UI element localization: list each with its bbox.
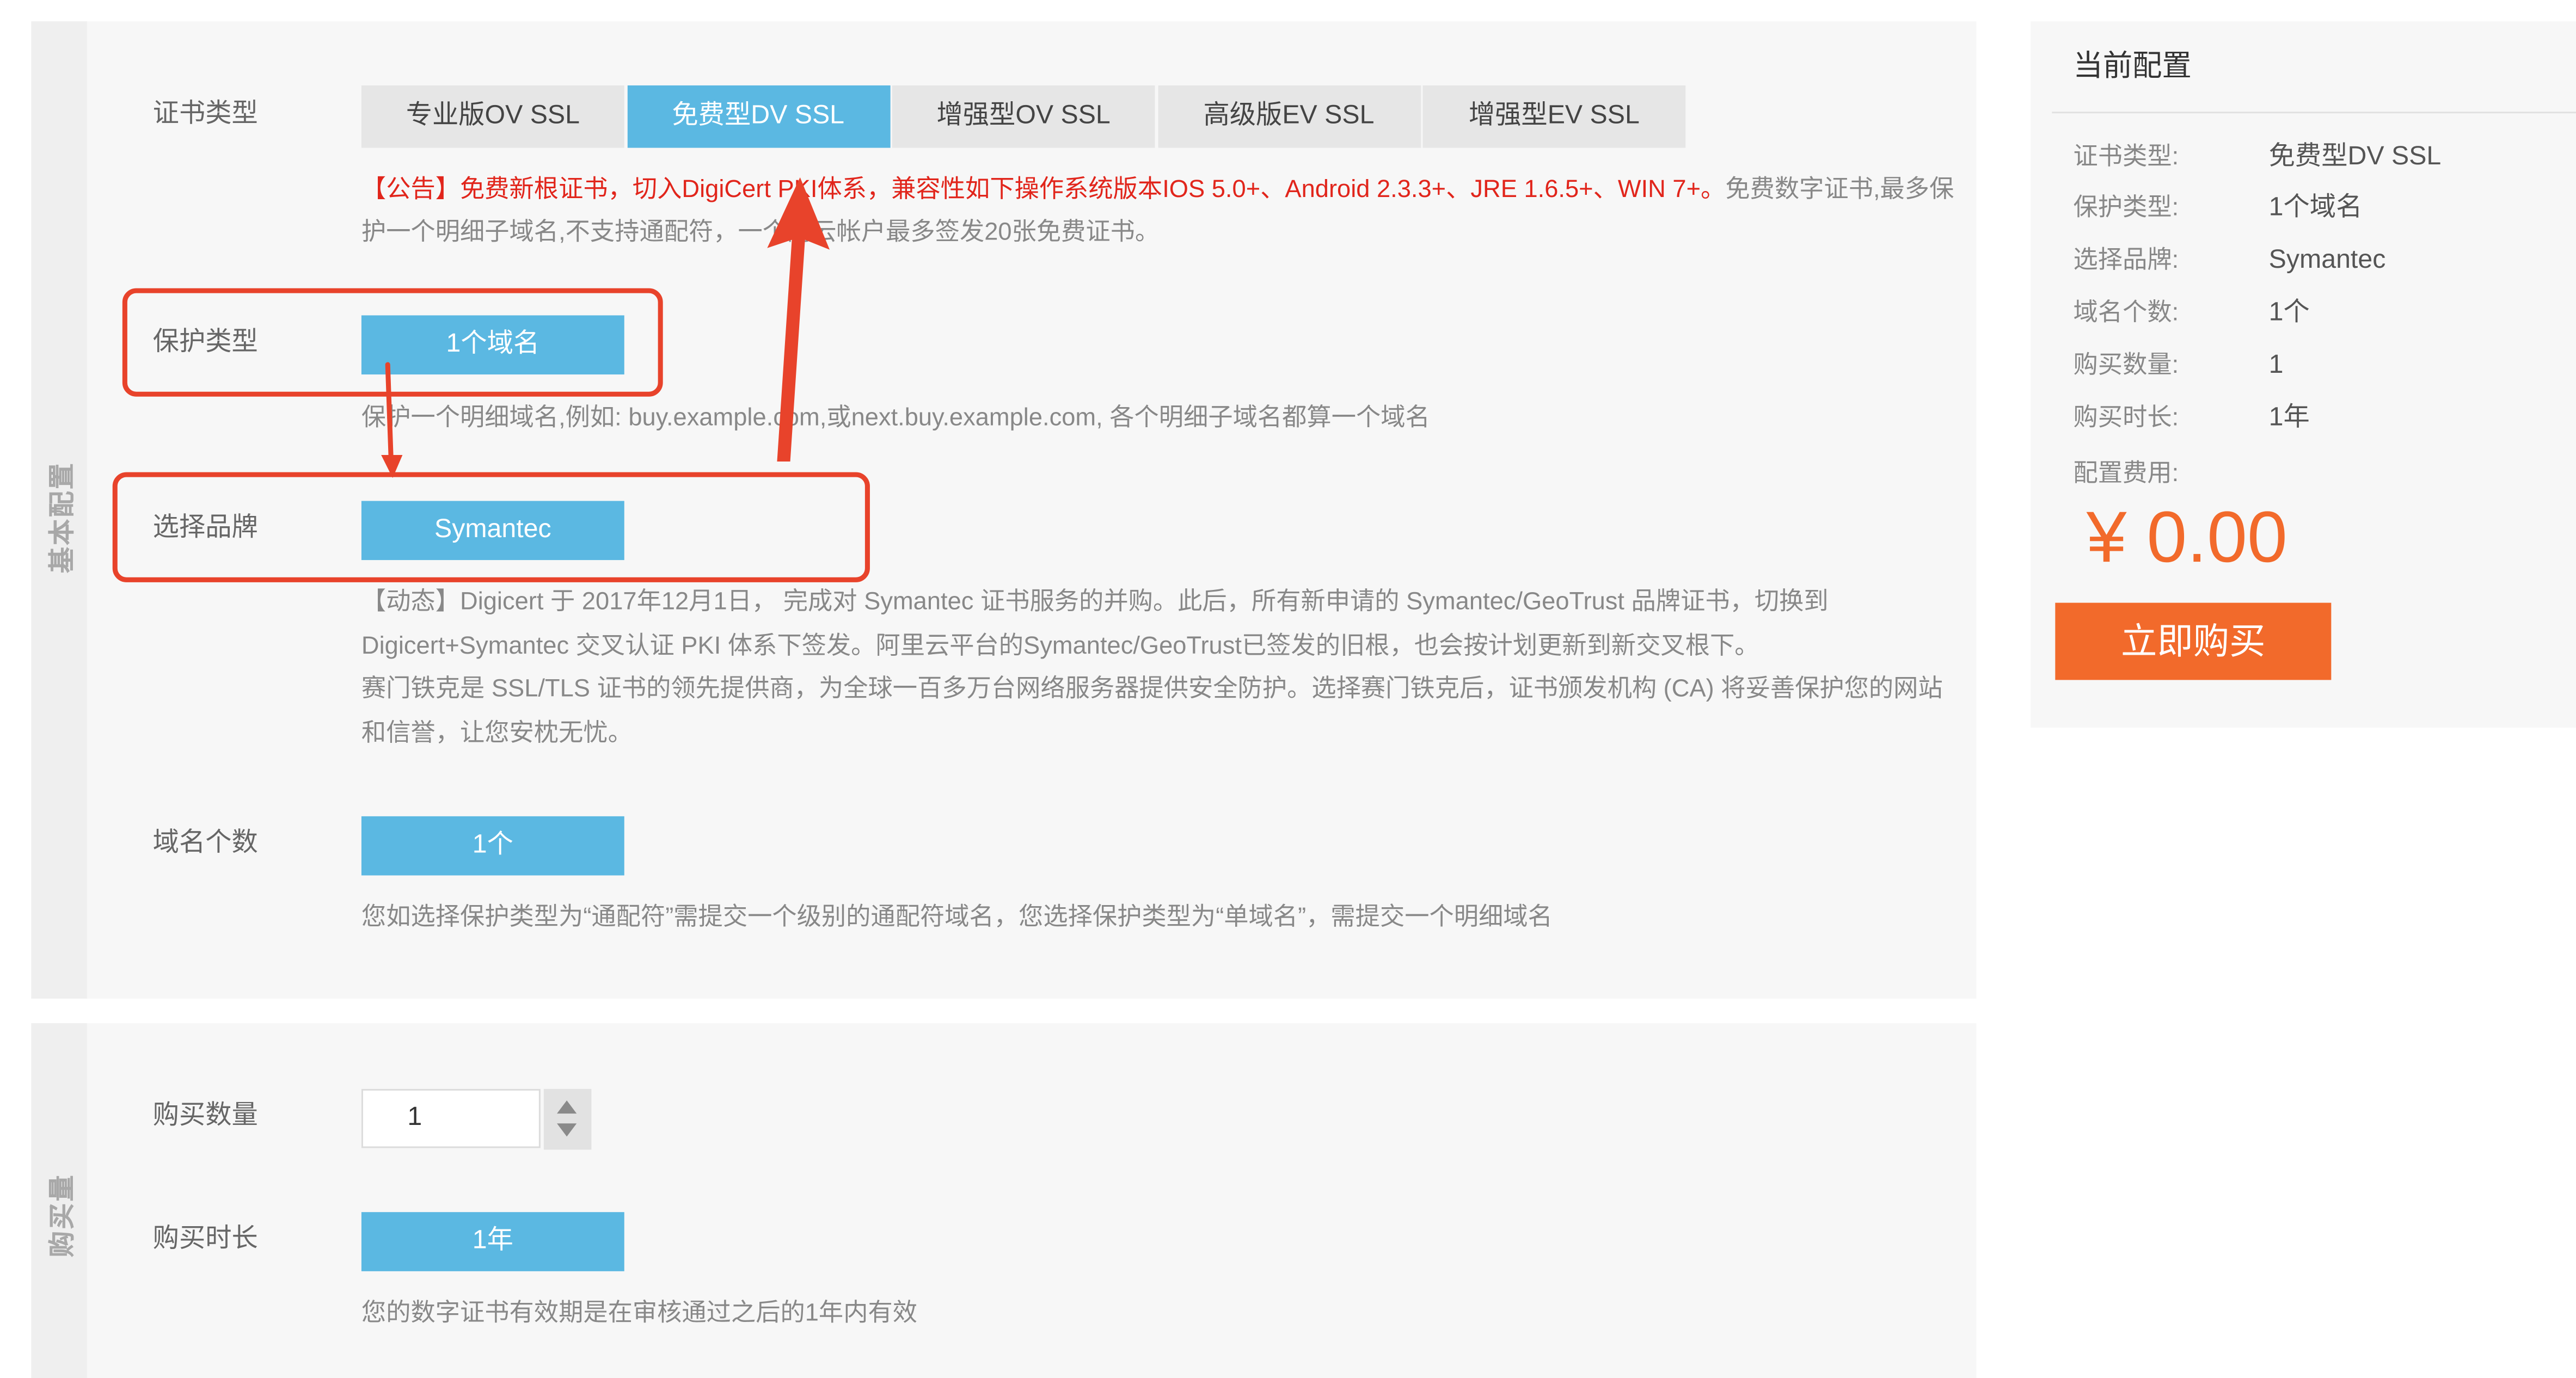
tab-enhanced-ov-ssl[interactable]: 增强型OV SSL — [892, 85, 1155, 148]
duration-option-button[interactable]: 1年 — [361, 1212, 624, 1271]
cert-type-notice: 【公告】免费新根证书，切入DigiCert PKI体系，兼容性如下操作系统版本I… — [361, 169, 1963, 255]
summary-value-domain-count: 1个 — [2268, 299, 2310, 327]
summary-value-cert-type: 免费型DV SSL — [2268, 143, 2442, 171]
tab-enhanced-ev-ssl[interactable]: 增强型EV SSL — [1422, 85, 1686, 148]
brand-news: 【动态】Digicert 于 2017年12月1日， 完成对 Symantec … — [361, 588, 1829, 660]
summary-title: 当前配置 — [2073, 49, 2192, 82]
brand-label: 选择品牌 — [152, 514, 258, 542]
page: 基本配置 证书类型 专业版OV SSL 免费型DV SSL 增强型OV SSL … — [0, 0, 2576, 1378]
tab-advanced-ev-ssl[interactable]: 高级版EV SSL — [1157, 85, 1420, 148]
protection-type-label: 保护类型 — [152, 328, 258, 356]
protection-type-option-button[interactable]: 1个域名 — [361, 315, 624, 375]
quantity-input[interactable] — [361, 1088, 541, 1148]
summary-label-cert-type: 证书类型: — [2073, 143, 2179, 171]
summary-fee-label: 配置费用: — [2073, 459, 2179, 488]
tab-free-dv-ssl[interactable]: 免费型DV SSL — [627, 85, 890, 148]
summary-divider — [2052, 112, 2576, 114]
tab-pro-ov-ssl[interactable]: 专业版OV SSL — [361, 85, 624, 148]
caret-down-icon[interactable] — [557, 1123, 577, 1137]
summary-price: ¥ 0.00 — [2086, 497, 2287, 579]
brand-option-button[interactable]: Symantec — [361, 501, 624, 561]
summary-label-protection-type: 保护类型: — [2073, 194, 2179, 222]
domain-count-hint: 您如选择保护类型为“通配符”需提交一个级别的通配符域名，您选择保护类型为“单域名… — [361, 903, 1553, 932]
basic-config-strip: 基本配置 — [31, 21, 87, 999]
domain-count-option-button[interactable]: 1个 — [361, 816, 624, 876]
cert-type-tabs: 专业版OV SSL 免费型DV SSL 增强型OV SSL 高级版EV SSL … — [361, 85, 1686, 148]
summary-label-duration: 购买时长: — [2073, 404, 2179, 432]
purchase-strip: 购买量 — [31, 1023, 87, 1378]
protection-type-hint: 保护一个明细域名,例如: buy.example.com,或next.buy.e… — [361, 404, 1430, 432]
brand-about: 赛门铁克是 SSL/TLS 证书的领先提供商，为全球一百多万台网络服务器提供安全… — [361, 675, 1943, 747]
cert-type-label: 证书类型 — [152, 100, 258, 128]
summary-panel: 当前配置 证书类型: 免费型DV SSL 保护类型: 1个域名 选择品牌: Sy… — [2031, 21, 2576, 728]
quantity-stepper[interactable] — [543, 1088, 592, 1150]
summary-value-quantity: 1 — [2268, 351, 2284, 380]
duration-hint: 您的数字证书有效期是在审核通过之后的1年内有效 — [361, 1299, 918, 1327]
quantity-label: 购买数量 — [152, 1102, 258, 1130]
purchase-section-title: 购买量 — [49, 1173, 77, 1258]
summary-value-protection-type: 1个域名 — [2268, 194, 2363, 222]
duration-label: 购买时长 — [152, 1225, 258, 1253]
summary-value-duration: 1年 — [2268, 404, 2310, 432]
buy-now-button[interactable]: 立即购买 — [2055, 602, 2332, 680]
basic-config-section-title: 基本配置 — [49, 461, 77, 574]
domain-count-label: 域名个数 — [152, 829, 258, 858]
summary-value-brand: Symantec — [2268, 246, 2386, 274]
summary-label-brand: 选择品牌: — [2073, 246, 2179, 274]
brand-description: 【动态】Digicert 于 2017年12月1日， 完成对 Symantec … — [361, 581, 1963, 756]
basic-config-panel: 基本配置 证书类型 专业版OV SSL 免费型DV SSL 增强型OV SSL … — [31, 21, 1977, 999]
caret-up-icon[interactable] — [557, 1100, 577, 1114]
notice-announcement: 【公告】免费新根证书，切入DigiCert PKI体系，兼容性如下操作系统版本I… — [361, 175, 1726, 204]
summary-label-domain-count: 域名个数: — [2073, 299, 2179, 327]
summary-label-quantity: 购买数量: — [2073, 351, 2179, 380]
purchase-panel: 购买量 购买数量 购买时长 1年 您的数字证书有效期是在审核通过之后的1年内有效 — [31, 1023, 1977, 1378]
